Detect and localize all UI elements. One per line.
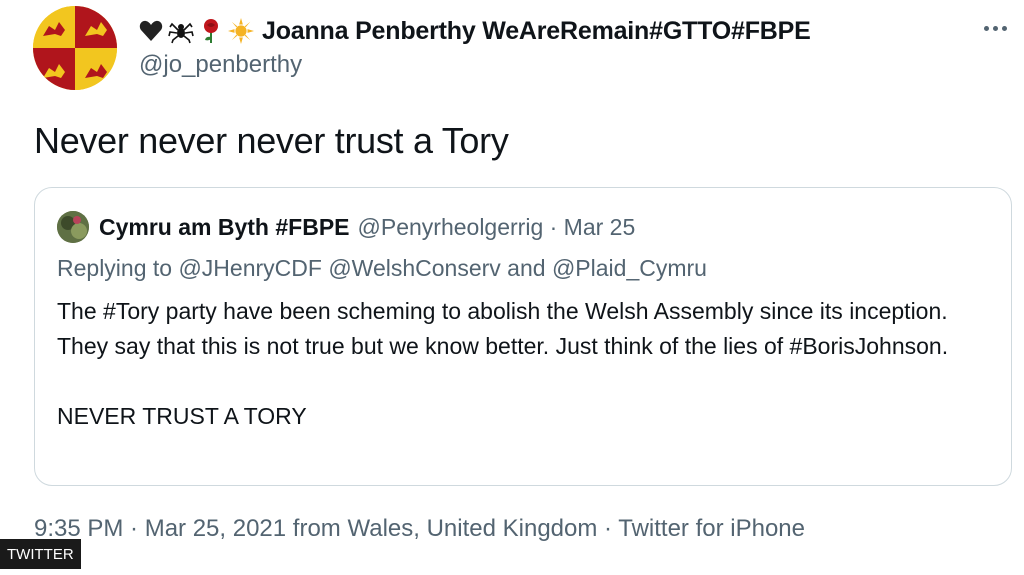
quoted-avatar[interactable] bbox=[57, 211, 89, 243]
black-heart-icon bbox=[138, 18, 164, 44]
quoted-header: Cymru am Byth #FBPE @Penyrheolgerrig · M… bbox=[57, 210, 635, 244]
quoted-tweet[interactable]: Cymru am Byth #FBPE @Penyrheolgerrig · M… bbox=[34, 187, 1012, 486]
quoted-display-name[interactable]: Cymru am Byth #FBPE bbox=[99, 214, 350, 241]
author-name-row[interactable]: Joanna Penberthy WeAreRemain#GTTO#FBPE bbox=[138, 14, 811, 48]
sun-icon bbox=[228, 18, 254, 44]
tweet-timestamp[interactable]: 9:35 PM · Mar 25, 2021 from Wales, Unite… bbox=[34, 515, 805, 543]
quoted-handle-date[interactable]: @Penyrheolgerrig · Mar 25 bbox=[358, 214, 636, 241]
source-watermark: TWITTER bbox=[0, 539, 81, 569]
author-handle[interactable]: @jo_penberthy bbox=[139, 51, 302, 79]
rose-icon bbox=[198, 18, 224, 44]
spider-icon bbox=[168, 18, 194, 44]
welsh-crest-icon bbox=[33, 6, 117, 90]
quoted-body-paragraph: NEVER TRUST A TORY bbox=[57, 403, 307, 429]
tweet-card: Joanna Penberthy WeAreRemain#GTTO#FBPE @… bbox=[0, 0, 1024, 575]
more-options-icon[interactable] bbox=[980, 20, 1010, 36]
quoted-body: The #Tory party have been scheming to ab… bbox=[57, 294, 987, 434]
author-avatar[interactable] bbox=[33, 6, 117, 90]
author-display-name[interactable]: Joanna Penberthy WeAreRemain#GTTO#FBPE bbox=[262, 17, 811, 46]
tweet-text: Never never never trust a Tory bbox=[34, 120, 509, 161]
quoted-body-paragraph: The #Tory party have been scheming to ab… bbox=[57, 298, 949, 359]
quoted-replying-to[interactable]: Replying to @JHenryCDF @WelshConserv and… bbox=[57, 255, 707, 282]
